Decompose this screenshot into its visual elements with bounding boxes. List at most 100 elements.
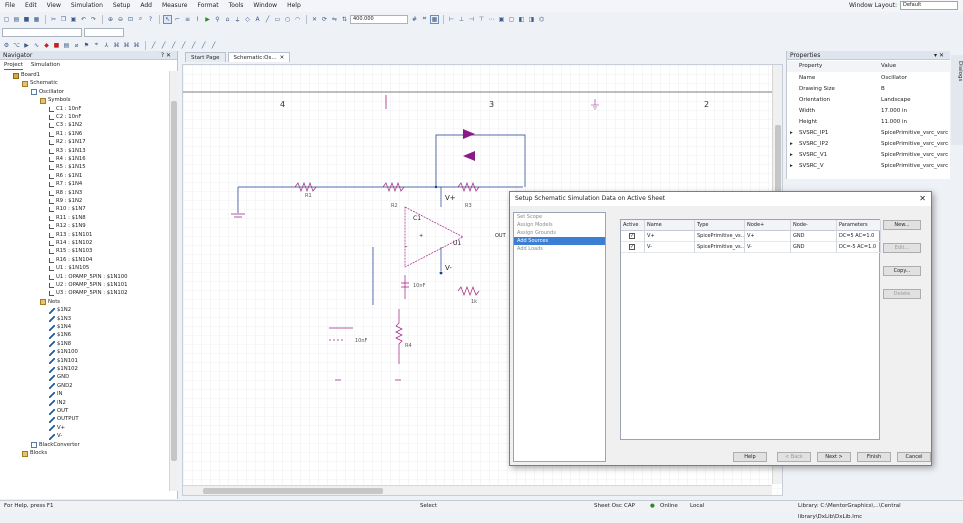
- ground-icon[interactable]: ⏚: [233, 15, 242, 24]
- property-row[interactable]: ▸ SVSRC_V1 SpicePrimitive_vsrc_vsrc: [787, 150, 951, 161]
- help-icon[interactable]: ?: [146, 15, 155, 24]
- property-row[interactable]: Name Oscillator: [787, 73, 951, 84]
- tab-simulation[interactable]: Simulation: [31, 61, 60, 70]
- active-checkbox[interactable]: ✓: [629, 244, 635, 250]
- close-icon[interactable]: ? ✕: [161, 51, 171, 60]
- save-icon[interactable]: ■: [22, 15, 31, 24]
- rotate-icon[interactable]: ⟳: [320, 15, 329, 24]
- front-icon[interactable]: ◧: [517, 15, 526, 24]
- undo-icon[interactable]: ↶: [79, 15, 88, 24]
- wire-icon[interactable]: ⌐: [173, 15, 182, 24]
- grid-row[interactable]: ✓ V- SpicePrimitive_vs... V- GND DC=-5 AC=1.0: [621, 242, 881, 253]
- table-icon[interactable]: ▦: [430, 14, 439, 24]
- navigator-vscroll[interactable]: [169, 71, 178, 491]
- menu-item-tools[interactable]: Tools: [224, 0, 249, 12]
- expand-icon[interactable]: ▸: [790, 161, 793, 172]
- circle-icon[interactable]: ○: [283, 15, 292, 24]
- sim-a-icon[interactable]: ⅄: [102, 41, 111, 50]
- property-row[interactable]: Drawing Size B: [787, 84, 951, 95]
- draw-line2-icon[interactable]: ╱: [159, 41, 168, 50]
- draw-line5-icon[interactable]: ╱: [189, 41, 198, 50]
- bus-icon[interactable]: ≡: [183, 15, 192, 24]
- menu-item-measure[interactable]: Measure: [157, 0, 193, 12]
- grid-icon[interactable]: #: [410, 15, 419, 24]
- snap-icon[interactable]: ⌗: [420, 15, 429, 24]
- sim-measure-icon[interactable]: ⌀: [72, 41, 81, 50]
- window-layout-select[interactable]: Default: [900, 1, 958, 10]
- flip-icon[interactable]: ⇅: [340, 15, 349, 24]
- sim-cursor-icon[interactable]: ⌖: [92, 41, 101, 50]
- paste-icon[interactable]: ▣: [69, 15, 78, 24]
- open-icon[interactable]: ▤: [12, 15, 21, 24]
- print-icon[interactable]: ▦: [32, 15, 41, 24]
- property-row[interactable]: Orientation Landscape: [787, 95, 951, 106]
- menu-item-simulation[interactable]: Simulation: [66, 0, 108, 12]
- property-row[interactable]: Width 17.000 in: [787, 106, 951, 117]
- tree-item[interactable]: Blocks: [22, 449, 47, 458]
- sim-run-icon[interactable]: ▶: [22, 41, 31, 50]
- menu-item-setup[interactable]: Setup: [108, 0, 135, 12]
- copy-icon[interactable]: ❐: [59, 15, 68, 24]
- component-icon[interactable]: ⌂: [223, 15, 232, 24]
- align-top-icon[interactable]: ⊤: [477, 15, 486, 24]
- line-icon[interactable]: ╱: [263, 15, 272, 24]
- distribute-icon[interactable]: ⋯: [487, 15, 496, 24]
- footer-button[interactable]: Next >: [817, 452, 851, 462]
- menu-item-format[interactable]: Format: [192, 0, 223, 12]
- doc-tab[interactable]: Schematic:Os... ✕: [227, 52, 291, 62]
- menu-item-window[interactable]: Window: [248, 0, 282, 12]
- menu-item-help[interactable]: Help: [282, 0, 306, 12]
- property-row[interactable]: Height 11.000 in: [787, 117, 951, 128]
- close-icon[interactable]: ▾ ✕: [934, 51, 944, 60]
- side-button[interactable]: Copy...: [883, 266, 921, 276]
- text-icon[interactable]: A: [253, 15, 262, 24]
- tree-item[interactable]: U3 : OPAMP_5PIN : $1N102: [49, 289, 128, 298]
- sim-wave-icon[interactable]: ∿: [32, 41, 41, 50]
- close-icon[interactable]: ✕: [280, 53, 285, 62]
- sim-probe-icon[interactable]: ◆: [42, 41, 51, 50]
- active-cell[interactable]: ✓: [621, 242, 645, 253]
- port-icon[interactable]: ◇: [243, 15, 252, 24]
- side-button[interactable]: Delete: [883, 289, 921, 299]
- side-button[interactable]: Edit...: [883, 243, 921, 253]
- wizard-step[interactable]: Add Loads: [514, 245, 605, 253]
- zoom-fit-icon[interactable]: ⊡: [126, 15, 135, 24]
- property-row[interactable]: ▸ SVSRC_V SpicePrimitive_vsrc_vsrc: [787, 161, 951, 172]
- sim-stop-icon[interactable]: ■: [52, 41, 61, 50]
- align-center-icon[interactable]: ⊥: [457, 15, 466, 24]
- align-left-icon[interactable]: ⊢: [447, 15, 456, 24]
- zoom-in-icon[interactable]: ⊕: [106, 15, 115, 24]
- ungroup-icon[interactable]: ▢: [507, 15, 516, 24]
- delete-icon[interactable]: ✕: [310, 15, 319, 24]
- zoom-area-icon[interactable]: ⌕: [136, 15, 145, 24]
- lock-icon[interactable]: ⌬: [537, 15, 546, 24]
- probe-icon[interactable]: ⚲: [213, 15, 222, 24]
- sim-marker-icon[interactable]: ⚑: [82, 41, 91, 50]
- size-combo[interactable]: [84, 27, 124, 37]
- footer-button[interactable]: Help: [733, 452, 767, 462]
- menu-item-view[interactable]: View: [42, 0, 66, 12]
- sim-settings-icon[interactable]: ⚙: [2, 41, 11, 50]
- scroll-thumb[interactable]: [203, 488, 383, 494]
- back-icon[interactable]: ◨: [527, 15, 536, 24]
- sim-d-icon[interactable]: ⌘: [132, 41, 141, 50]
- expand-icon[interactable]: ▸: [790, 150, 793, 161]
- group-icon[interactable]: ▣: [497, 15, 506, 24]
- cut-icon[interactable]: ✂: [49, 15, 58, 24]
- scroll-thumb[interactable]: [171, 101, 177, 461]
- grid-row[interactable]: ✓ V+ SpicePrimitive_vs... V+ GND DC=5 AC=1.0: [621, 231, 881, 242]
- wizard-step[interactable]: Assign Grounds: [514, 229, 605, 237]
- wizard-step[interactable]: Add Sources: [514, 237, 605, 245]
- tab-project[interactable]: Project: [4, 61, 23, 70]
- arc-icon[interactable]: ◠: [293, 15, 302, 24]
- property-row[interactable]: ▸ SVSRC_IP1 SpicePrimitive_vsrc_vsrc: [787, 128, 951, 139]
- sim-b-icon[interactable]: ⌘: [112, 41, 121, 50]
- draw-line4-icon[interactable]: ╱: [179, 41, 188, 50]
- zoom-out-icon[interactable]: ⊖: [116, 15, 125, 24]
- wizard-step[interactable]: Set Scope: [514, 213, 605, 221]
- zoom-combo[interactable]: 400.000: [350, 14, 408, 24]
- footer-button[interactable]: Cancel: [897, 452, 931, 462]
- draw-line6-icon[interactable]: ╱: [199, 41, 208, 50]
- new-icon[interactable]: ▢: [2, 15, 11, 24]
- footer-button[interactable]: < Back: [777, 452, 811, 462]
